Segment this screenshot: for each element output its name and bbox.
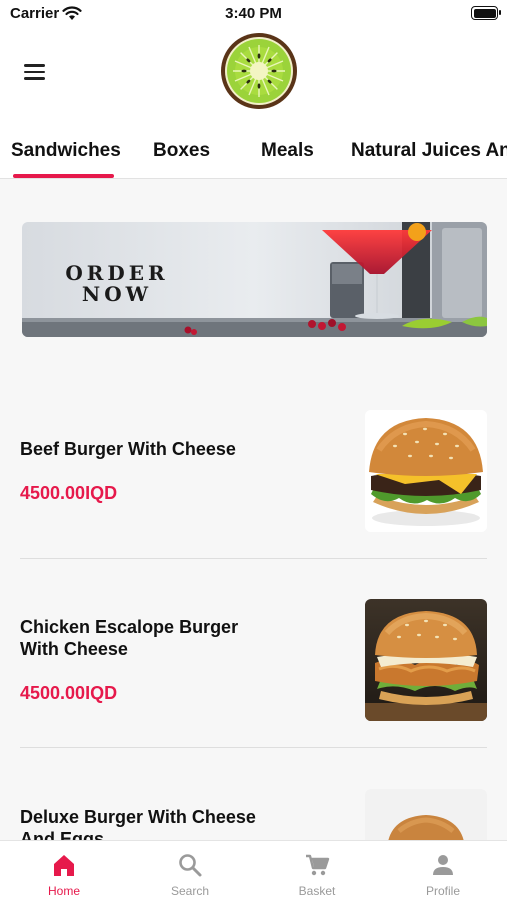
menu-line (24, 77, 45, 80)
tab-natural-juices[interactable]: Natural Juices An (351, 140, 507, 162)
product-name: Deluxe Burger With Cheese And Eggs (20, 807, 256, 840)
tab-meals[interactable]: Meals (261, 140, 314, 162)
deluxe-burger-image (365, 789, 487, 840)
product-name: Chicken Escalope Burger With Cheese (20, 617, 239, 659)
nav-basket[interactable]: Basket (254, 841, 380, 900)
nav-profile[interactable]: Profile (380, 841, 506, 900)
tab-boxes[interactable]: Boxes (153, 140, 210, 162)
beef-burger-image (365, 410, 487, 532)
menu-button[interactable] (20, 58, 50, 86)
profile-icon (433, 855, 453, 875)
banner-line2: NOW (82, 282, 152, 306)
status-time: 3:40 PM (225, 5, 282, 22)
product-price: 4500.00IQD (20, 483, 118, 503)
nav-search[interactable]: Search (127, 841, 253, 900)
kiwi-logo[interactable] (220, 32, 298, 110)
product-item[interactable]: Chicken Escalope Burger With Cheese 4500… (0, 590, 507, 735)
divider (20, 558, 487, 559)
nav-search-label: Search (170, 884, 210, 898)
divider (20, 747, 487, 748)
nav-home-label: Home (47, 884, 80, 898)
nav-basket-label: Basket (298, 884, 336, 898)
category-tabs: Sandwiches Boxes Meals Natural Juices An (0, 120, 507, 179)
app-header (0, 28, 507, 120)
status-bar: Carrier 3:40 PM (0, 0, 507, 28)
order-now-banner[interactable]: ORDER NOW (22, 222, 487, 337)
cart-icon (306, 854, 330, 876)
product-name: Beef Burger With Cheese (20, 439, 236, 459)
product-item[interactable]: Beef Burger With Cheese 4500.00IQD (0, 400, 507, 545)
search-icon (179, 854, 202, 877)
nav-profile-label: Profile (425, 884, 460, 898)
product-item[interactable]: Deluxe Burger With Cheese And Eggs (0, 780, 507, 840)
nav-home[interactable]: Home (1, 841, 127, 900)
tab-sandwiches[interactable]: Sandwiches (11, 140, 121, 162)
menu-line (24, 64, 45, 67)
active-tab-indicator (13, 174, 114, 178)
home-icon (54, 855, 74, 876)
bottom-navigation: Home Search Basket Profile (0, 840, 507, 900)
chicken-burger-image (365, 599, 487, 721)
product-price: 4500.00IQD (20, 683, 118, 703)
menu-line (24, 70, 45, 73)
battery-icon (471, 6, 501, 20)
